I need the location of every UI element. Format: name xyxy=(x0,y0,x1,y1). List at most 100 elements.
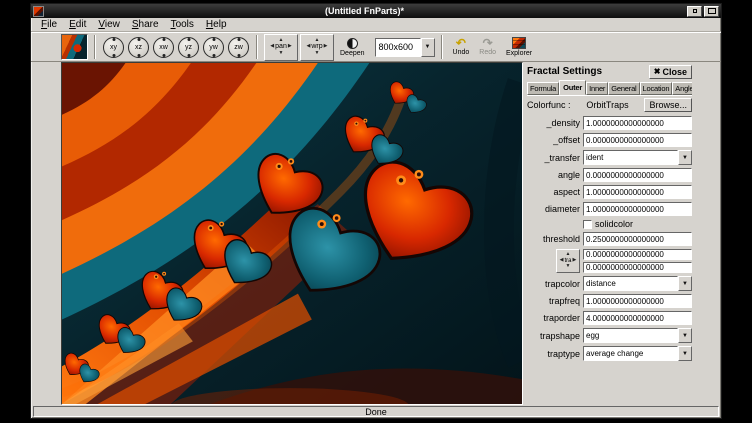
toolbar: xy xz xw yz yw zw ▲ ◀ pan ▶ ▼ ▲ ◀ wrp ▶ … xyxy=(31,32,721,62)
menu-tools[interactable]: Tools xyxy=(165,19,200,30)
resolution-dropdown-arrow-icon[interactable]: ▼ xyxy=(421,38,435,57)
solidcolor-row: solidcolor xyxy=(527,219,692,229)
statusbar: Done xyxy=(31,405,721,418)
deepen-button[interactable]: Deepen xyxy=(336,33,369,61)
trapshape-row: trapshape egg ▼ xyxy=(527,328,692,343)
warp-right-icon[interactable]: ▶ xyxy=(324,44,328,50)
menu-view[interactable]: View xyxy=(92,19,126,30)
traptype-select[interactable]: average change ▼ xyxy=(583,346,692,361)
rotate-yz-button[interactable]: yz xyxy=(178,37,199,58)
trapshape-dropdown-arrow-icon[interactable]: ▼ xyxy=(678,328,692,343)
pan-right-icon[interactable]: ▶ xyxy=(288,44,292,50)
aspect-label: aspect xyxy=(527,187,581,197)
trapfreq-input[interactable] xyxy=(583,294,692,308)
menu-file[interactable]: File xyxy=(35,19,63,30)
maximize-button[interactable] xyxy=(704,6,719,17)
browse-button[interactable]: Browse... xyxy=(644,98,692,112)
titlebar[interactable]: (Untitled FnParts)* xyxy=(31,4,721,18)
resolution-value: 800x600 xyxy=(375,38,421,57)
colorfunc-label: Colorfunc : xyxy=(527,100,571,110)
transfer-value: ident xyxy=(583,150,678,165)
tra-left-icon[interactable]: ◀ xyxy=(560,258,564,264)
aspect-input[interactable] xyxy=(583,185,692,199)
status-text: Done xyxy=(33,406,719,417)
menu-edit[interactable]: Edit xyxy=(63,19,92,30)
checkbox-icon[interactable] xyxy=(583,220,592,229)
solidcolor-checkbox[interactable]: solidcolor xyxy=(583,219,692,229)
pan-left-icon[interactable]: ◀ xyxy=(270,44,274,50)
undo-button[interactable]: ↶ Undo xyxy=(449,33,474,61)
offset-row: _offset xyxy=(527,133,692,147)
trapshape-select[interactable]: egg ▼ xyxy=(583,328,692,343)
fractal-canvas[interactable] xyxy=(61,62,523,405)
trapshape-value: egg xyxy=(583,328,678,343)
rotate-xy-button[interactable]: xy xyxy=(103,37,124,58)
colorfunc-value: OrbitTraps xyxy=(573,100,643,110)
tab-inner[interactable]: Inner xyxy=(586,82,608,95)
window-title: (Untitled FnParts)* xyxy=(44,6,685,16)
traptype-dropdown-arrow-icon[interactable]: ▼ xyxy=(678,346,692,361)
tab-general[interactable]: General xyxy=(608,82,639,95)
pan-fourway-control[interactable]: ▲ ◀ pan ▶ ▼ xyxy=(264,34,298,61)
angle-input[interactable] xyxy=(583,168,692,182)
transfer-dropdown-arrow-icon[interactable]: ▼ xyxy=(678,150,692,165)
trapcolor-select[interactable]: distance ▼ xyxy=(583,276,692,291)
close-icon: ✖ xyxy=(654,67,661,76)
tra-x-input[interactable] xyxy=(583,249,692,260)
tab-outer[interactable]: Outer xyxy=(559,80,586,95)
explorer-icon xyxy=(512,37,526,49)
tab-formula[interactable]: Formula xyxy=(527,82,559,95)
fractal-preview-thumbnail[interactable] xyxy=(61,34,88,60)
tra-row: ▲ ◀ tra ▶ ▼ xyxy=(527,249,692,273)
transfer-row: _transfer ident ▼ xyxy=(527,150,692,165)
minimize-button[interactable] xyxy=(687,6,702,17)
tra-right-icon[interactable]: ▶ xyxy=(573,258,577,264)
undo-label: Undo xyxy=(453,49,470,56)
toolbar-separator xyxy=(256,35,258,59)
main-content: Fractal Settings ✖ Close Formula Outer I… xyxy=(31,62,721,405)
warp-fourway-control[interactable]: ▲ ◀ wrp ▶ ▼ xyxy=(300,34,334,61)
menu-share[interactable]: Share xyxy=(126,19,165,30)
solidcolor-label: solidcolor xyxy=(595,219,633,229)
redo-icon: ↷ xyxy=(483,38,493,48)
trapfreq-label: trapfreq xyxy=(527,296,581,306)
threshold-input[interactable] xyxy=(583,232,692,246)
trapfreq-row: trapfreq xyxy=(527,294,692,308)
transfer-select[interactable]: ident ▼ xyxy=(583,150,692,165)
rotate-xw-button[interactable]: xw xyxy=(153,37,174,58)
density-input[interactable] xyxy=(583,116,692,130)
diameter-row: diameter xyxy=(527,202,692,216)
window-menu-icon[interactable] xyxy=(33,6,44,17)
redo-label: Redo xyxy=(479,49,496,56)
tra-down-icon[interactable]: ▼ xyxy=(566,264,571,270)
tab-angles[interactable]: Angles xyxy=(672,82,692,95)
undo-icon: ↶ xyxy=(456,38,466,48)
diameter-input[interactable] xyxy=(583,202,692,216)
rotate-zw-button[interactable]: zw xyxy=(228,37,249,58)
transfer-label: _transfer xyxy=(527,153,581,163)
resolution-select[interactable]: 800x600 ▼ xyxy=(375,38,435,57)
warp-down-icon[interactable]: ▼ xyxy=(315,51,320,57)
offset-input[interactable] xyxy=(583,133,692,147)
toolbar-separator xyxy=(94,35,96,59)
menu-help[interactable]: Help xyxy=(200,19,233,30)
explorer-button[interactable]: Explorer xyxy=(502,33,536,61)
toolbar-separator xyxy=(441,35,443,59)
pan-down-icon[interactable]: ▼ xyxy=(279,51,284,57)
close-panel-button[interactable]: ✖ Close xyxy=(649,65,692,79)
close-label: Close xyxy=(662,67,687,77)
rotate-xz-button[interactable]: xz xyxy=(128,37,149,58)
aspect-row: aspect xyxy=(527,185,692,199)
warp-left-icon[interactable]: ◀ xyxy=(307,44,311,50)
rotate-yw-button[interactable]: yw xyxy=(203,37,224,58)
panel-header: Fractal Settings ✖ Close xyxy=(527,63,692,80)
density-label: _density xyxy=(527,118,581,128)
trapcolor-dropdown-arrow-icon[interactable]: ▼ xyxy=(678,276,692,291)
redo-button[interactable]: ↷ Redo xyxy=(475,33,500,61)
tab-location[interactable]: Location xyxy=(640,82,673,95)
tra-y-input[interactable] xyxy=(583,262,692,273)
menubar: File Edit View Share Tools Help xyxy=(31,18,721,32)
traporder-input[interactable] xyxy=(583,311,692,325)
tra-fourway-control[interactable]: ▲ ◀ tra ▶ ▼ xyxy=(556,249,580,273)
density-row: _density xyxy=(527,116,692,130)
